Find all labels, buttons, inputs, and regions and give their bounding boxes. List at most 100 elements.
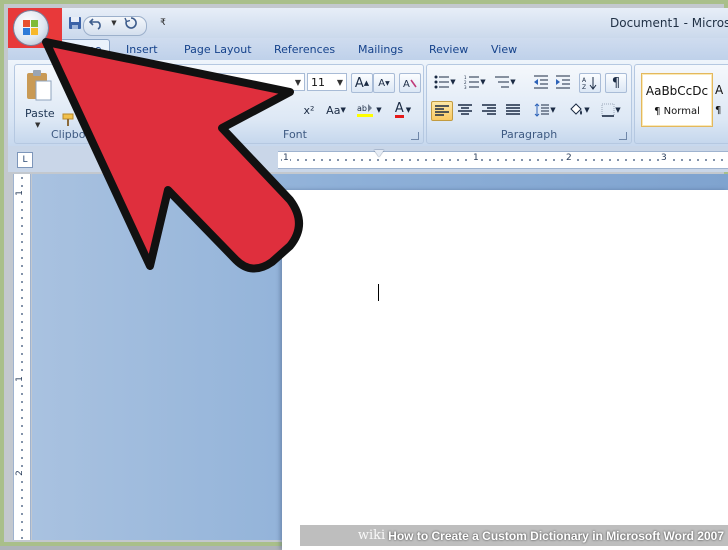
shrink-font-button[interactable]: A ▼ [373, 73, 395, 93]
highlighter-icon: ab [357, 104, 374, 117]
font-group-label: Font [283, 128, 307, 141]
clipboard-group-label: Clipbo [51, 128, 86, 141]
tab-mailings[interactable]: Mailings [358, 40, 403, 60]
text-cursor [378, 284, 379, 301]
style-normal-tile[interactable]: AaBbCcDc ¶ Normal [641, 73, 713, 127]
decrease-indent-button[interactable] [531, 73, 551, 91]
svg-text:3: 3 [464, 85, 467, 89]
increase-indent-icon [556, 75, 570, 89]
document-page[interactable] [282, 190, 728, 550]
office-logo-icon [23, 20, 39, 36]
next-style-name: ¶ [715, 105, 722, 116]
align-right-button[interactable] [479, 101, 499, 119]
font-size-value: 11 [311, 76, 325, 89]
numbering-icon: 123 [464, 75, 480, 89]
shading-button[interactable]: ▼ [565, 101, 593, 119]
font-name-value: alibri (Body) [175, 76, 243, 89]
shrink-font-label: A [378, 77, 386, 89]
svg-text:ab: ab [357, 104, 367, 113]
align-center-button[interactable] [455, 101, 475, 119]
bullets-button[interactable]: ▼ [431, 73, 459, 91]
tab-references[interactable]: References [274, 40, 335, 60]
ruler-row: L 1 1 2 3 [8, 146, 728, 172]
tab-home[interactable]: Home [60, 39, 111, 60]
justify-button[interactable] [503, 101, 523, 119]
clear-formatting-button[interactable]: A [399, 73, 421, 93]
tab-review[interactable]: Review [429, 40, 468, 60]
align-left-icon [435, 105, 449, 116]
style-normal-name: ¶ Normal [654, 106, 700, 117]
highlight-color-button[interactable]: ab ▼ [355, 101, 383, 119]
ruler-number: 1 [472, 153, 480, 163]
redo-icon[interactable] [122, 14, 140, 32]
font-dialog-launcher-icon[interactable] [411, 132, 419, 140]
bullets-icon [434, 75, 450, 89]
undo-icon[interactable] [88, 14, 106, 32]
paragraph-dialog-launcher-icon[interactable] [619, 132, 627, 140]
font-color-button[interactable]: A ▼ [389, 101, 417, 119]
multilevel-list-icon [495, 76, 510, 88]
shading-bucket-icon [570, 103, 583, 115]
numbering-button[interactable]: 1 2 3 ▼ [461, 73, 489, 91]
ruler-number: 1 [282, 153, 290, 163]
save-icon[interactable] [66, 14, 84, 32]
sort-icon: AZ [582, 77, 597, 90]
change-case-button[interactable]: Aa ▼ [323, 101, 349, 119]
paste-label: Paste [25, 107, 55, 120]
ruler-number: 1 [14, 376, 25, 382]
svg-text:Z: Z [582, 84, 586, 90]
borders-button[interactable]: ▼ [597, 101, 625, 119]
clear-formatting-icon: A [403, 79, 417, 90]
tab-page-layout[interactable]: Page Layout [184, 40, 252, 60]
document-workspace [32, 174, 728, 550]
first-line-indent-marker[interactable] [374, 150, 384, 157]
line-spacing-icon [534, 103, 550, 117]
tab-insert[interactable]: Insert [126, 40, 158, 60]
line-spacing-button[interactable]: ▼ [531, 101, 559, 119]
svg-text:A: A [403, 79, 410, 90]
sort-button[interactable]: AZ [579, 73, 601, 93]
clipboard-group: Paste ▼ Clipbo [14, 64, 166, 144]
vertical-ruler[interactable]: 1 1 2 [13, 174, 31, 540]
caption-text: How to Create a Custom Dictionary in Mic… [388, 528, 724, 543]
paragraph-group-label: Paragraph [500, 128, 558, 141]
font-size-combo[interactable]: 11 ▼ [307, 73, 347, 91]
title-bar: ▼ ₹ Document1 - Microsof [8, 8, 728, 38]
office-button-highlight [8, 8, 62, 48]
align-center-icon [458, 104, 472, 115]
grow-font-label: A [354, 75, 364, 91]
horizontal-ruler[interactable]: 1 1 2 3 [278, 150, 728, 169]
format-painter-icon[interactable] [61, 113, 75, 127]
justify-icon [506, 104, 520, 115]
document-title: Document1 - Microsof [610, 16, 728, 30]
tab-view[interactable]: View [491, 40, 517, 60]
office-button[interactable] [14, 11, 48, 45]
customize-qat-icon[interactable]: ₹ [154, 14, 172, 32]
wiki-logo: wiki [357, 528, 386, 543]
font-size-dropdown-icon: ▼ [336, 78, 343, 87]
change-case-label: Aa [326, 103, 341, 117]
tab-selector-button[interactable]: L [17, 152, 33, 168]
pilcrow-icon: ¶ [611, 75, 621, 91]
ruler-number: 1 [14, 190, 25, 196]
next-style-sample[interactable]: A [715, 83, 723, 97]
screenshot-frame: ▼ ₹ Document1 - Microsof Home Insert Pag… [0, 0, 728, 550]
styles-group: AaBbCcDc ¶ Normal A ¶ [634, 64, 728, 144]
style-normal-sample: AaBbCcDc [645, 84, 709, 98]
font-name-combo[interactable]: alibri (Body) ▼ [171, 73, 305, 91]
align-left-button[interactable] [431, 101, 453, 121]
vertical-ruler-ticks [21, 174, 23, 540]
undo-dropdown-icon[interactable]: ▼ [110, 14, 118, 32]
paste-icon [27, 70, 52, 101]
multilevel-list-button[interactable]: ▼ [491, 73, 519, 91]
font-color-label: A [394, 101, 404, 118]
svg-text:A: A [582, 77, 587, 84]
align-right-icon [482, 104, 496, 115]
superscript-button[interactable]: x² [299, 101, 319, 119]
ruler-number: 2 [14, 470, 25, 476]
show-formatting-marks-button[interactable]: ¶ [605, 73, 627, 93]
increase-indent-button[interactable] [553, 73, 573, 91]
paste-button[interactable]: Paste ▼ [21, 69, 57, 129]
ribbon: Paste ▼ Clipbo alibri (Body) ▼ 11 ▼ A ▲ A ▼ … [8, 60, 728, 147]
grow-font-button[interactable]: A ▲ [351, 73, 373, 93]
